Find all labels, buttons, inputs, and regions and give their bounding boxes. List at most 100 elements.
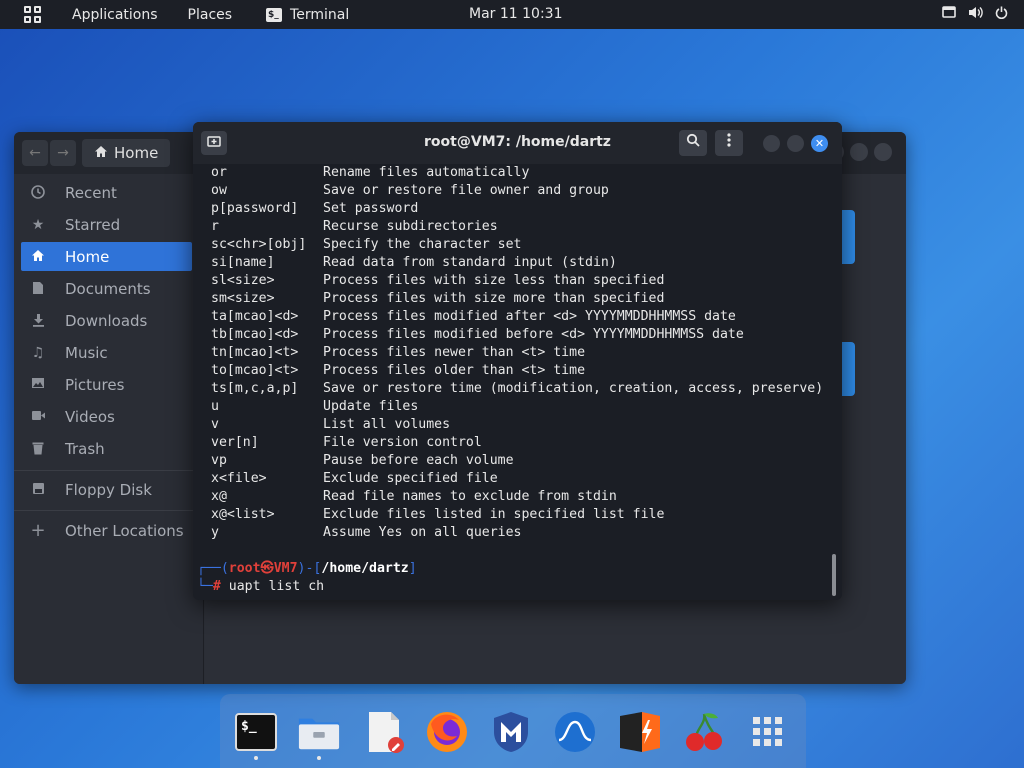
clock[interactable]: Mar 11 10:31 — [469, 6, 562, 22]
terminal-output-line: ver[n] File version control — [211, 434, 482, 452]
prompt-line-1: ┌──(root㉿VM7)-[/home/dartz] — [197, 561, 417, 576]
prompt-host: VM7 — [273, 561, 298, 576]
option-flag: sc<chr>[obj] — [211, 237, 307, 252]
menu-kebab-button[interactable] — [715, 130, 743, 156]
search-button[interactable] — [679, 130, 707, 156]
terminal-output-line: p[password] Set password — [211, 200, 418, 218]
sidebar-item-videos[interactable]: Videos — [21, 402, 192, 431]
sidebar-item-floppy-disk[interactable]: Floppy Disk — [21, 475, 192, 504]
sidebar-item-starred[interactable]: ★ Starred — [21, 210, 192, 239]
metasploit-icon[interactable] — [489, 710, 533, 754]
option-flag: ts[m,c,a,p] — [211, 381, 299, 396]
terminal-output-line: x<file> Exclude specified file — [211, 470, 498, 488]
option-flag: x<file> — [211, 471, 267, 486]
applications-menu[interactable]: Applications — [72, 7, 158, 23]
option-flag: ver[n] — [211, 435, 259, 450]
floppy-icon — [30, 482, 46, 498]
sidebar-item-home[interactable]: Home — [21, 242, 192, 271]
sidebar-label: Pictures — [65, 375, 125, 394]
cherrytree-icon[interactable] — [682, 710, 726, 754]
firefox-icon[interactable] — [425, 710, 469, 754]
wireshark-icon[interactable] — [553, 710, 597, 754]
activities-grid-icon[interactable] — [24, 5, 42, 24]
option-flag: x@ — [211, 489, 227, 504]
option-description: Recurse subdirectories — [323, 219, 498, 234]
close-button[interactable]: ✕ — [811, 135, 828, 152]
path-home-button[interactable]: Home — [82, 139, 171, 167]
sidebar-item-documents[interactable]: Documents — [21, 274, 192, 303]
terminal-output[interactable]: or Rename files automatically ow Save or re… — [193, 164, 842, 600]
path-label: Home — [114, 144, 159, 162]
option-flag: y — [211, 525, 219, 540]
forward-button[interactable]: → — [50, 140, 76, 166]
option-flag: u — [211, 399, 219, 414]
prompt-line-2[interactable]: └─# uapt list ch — [197, 578, 324, 596]
option-flag: vp — [211, 453, 227, 468]
files-close-button[interactable] — [874, 143, 892, 161]
show-apps-icon[interactable] — [746, 710, 790, 754]
option-flag: or — [211, 165, 227, 180]
terminal-app-menu[interactable]: $_ Terminal — [266, 7, 349, 23]
screen-icon[interactable] — [942, 6, 956, 23]
option-flag: r — [211, 219, 219, 234]
terminal-app-label: Terminal — [290, 6, 350, 23]
sidebar-separator — [14, 510, 204, 511]
option-description: Process files with size less than specif… — [323, 273, 665, 288]
terminal-title: root@VM7: /home/dartz — [424, 134, 611, 150]
files-maximize-button[interactable] — [850, 143, 868, 161]
terminal-output-line: tn[mcao]<t> Process files newer than <t> … — [211, 344, 585, 362]
option-flag: tn[mcao]<t> — [211, 345, 299, 360]
terminal-output-line: u Update files — [211, 398, 418, 416]
music-icon: ♫ — [31, 344, 45, 361]
running-indicator — [254, 756, 258, 760]
text-editor-icon[interactable] — [363, 710, 407, 754]
sidebar-label: Trash — [65, 439, 105, 458]
sidebar-item-other-locations[interactable]: + Other Locations — [21, 516, 192, 545]
option-description: Specify the character set — [323, 237, 522, 252]
command-input[interactable]: uapt list ch — [229, 579, 324, 594]
volume-icon[interactable] — [968, 6, 983, 23]
option-description: Read data from standard input (stdin) — [323, 255, 617, 270]
sidebar-label: Floppy Disk — [65, 480, 152, 499]
clock-icon — [30, 184, 46, 201]
option-flag: p[password] — [211, 201, 299, 216]
terminal-headerbar: root@VM7: /home/dartz ✕ — [193, 122, 842, 164]
terminal-output-line: y Assume Yes on all queries — [211, 524, 522, 542]
sidebar-item-trash[interactable]: Trash — [21, 434, 192, 463]
sidebar-separator — [14, 470, 204, 471]
sidebar-label: Downloads — [65, 311, 148, 330]
plus-icon: + — [30, 519, 46, 541]
minimize-button[interactable] — [763, 135, 780, 152]
files-icon[interactable] — [297, 710, 341, 754]
terminal-output-line: r Recurse subdirectories — [211, 218, 498, 236]
terminal-output-line: ts[m,c,a,p] Save or restore time (modific… — [211, 380, 823, 398]
option-flag: v — [211, 417, 219, 432]
system-tray[interactable] — [942, 6, 1008, 23]
terminal-output-line: ow Save or restore file owner and group — [211, 182, 609, 200]
burpsuite-icon[interactable] — [618, 710, 662, 754]
maximize-button[interactable] — [787, 135, 804, 152]
option-description: Save or restore file owner and group — [323, 183, 609, 198]
running-indicator — [317, 756, 321, 760]
sidebar-item-downloads[interactable]: Downloads — [21, 306, 192, 335]
places-menu[interactable]: Places — [188, 7, 233, 23]
video-icon — [30, 409, 46, 425]
terminal-output-line: or Rename files automatically — [211, 164, 529, 182]
terminal-icon[interactable]: $_ — [234, 710, 278, 754]
back-button[interactable]: ← — [22, 140, 48, 166]
option-description: Process files newer than <t> time — [323, 345, 586, 360]
terminal-output-line: x@<list> Exclude files listed in specifie… — [211, 506, 664, 524]
sidebar-item-music[interactable]: ♫ Music — [21, 338, 192, 367]
power-icon[interactable] — [995, 6, 1008, 23]
terminal-output-line: to[mcao]<t> Process files older than <t> … — [211, 362, 585, 380]
prompt-path: /home/dartz — [321, 561, 409, 576]
sidebar-item-recent[interactable]: Recent — [21, 178, 192, 207]
option-flag: tb[mcao]<d> — [211, 327, 299, 342]
trash-icon — [30, 441, 46, 457]
option-flag: sm<size> — [211, 291, 275, 306]
option-description: Rename files automatically — [323, 165, 530, 180]
sidebar-item-pictures[interactable]: Pictures — [21, 370, 192, 399]
terminal-scrollbar[interactable] — [832, 554, 836, 596]
option-description: Process files modified after <d> YYYYMMD… — [323, 309, 736, 324]
top-panel: Applications Places $_ Terminal Mar 11 1… — [0, 0, 1024, 29]
